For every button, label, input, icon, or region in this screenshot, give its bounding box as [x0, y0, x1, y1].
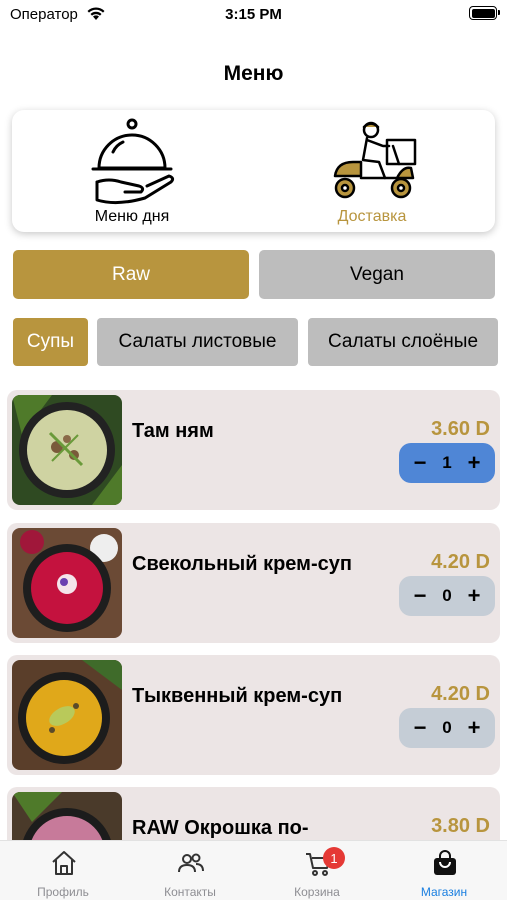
menu-of-day-label: Меню дня: [94, 208, 170, 225]
dish-name: Свекольный крем-суп: [132, 553, 352, 575]
minus-icon[interactable]: −: [409, 585, 431, 607]
tab-shop[interactable]: Магазин: [381, 841, 507, 900]
dish-name: Там ням: [132, 420, 214, 442]
plus-icon[interactable]: +: [463, 585, 485, 607]
quantity-value: 0: [442, 586, 452, 605]
quantity-value: 0: [442, 718, 452, 737]
shopping-bag-icon: [434, 850, 456, 875]
category-layered-salads[interactable]: Салаты слоёные: [308, 318, 498, 366]
delivery-button[interactable]: Доставка: [252, 110, 492, 232]
diet-tab-raw[interactable]: Raw: [13, 250, 249, 299]
quantity-stepper[interactable]: − 1 +: [399, 443, 495, 483]
tab-profile-label: Профиль: [37, 885, 89, 899]
tab-cart[interactable]: 1 Корзина: [254, 841, 380, 900]
cart-badge: 1: [323, 847, 345, 869]
plus-icon[interactable]: +: [463, 452, 485, 474]
page-title: Меню: [223, 62, 284, 85]
dish-price: 3.60 D: [431, 418, 490, 440]
dish-photo: [12, 660, 122, 770]
category-soups[interactable]: Супы: [13, 318, 88, 366]
tab-contacts[interactable]: Контакты: [127, 841, 253, 900]
cloche-icon: [91, 118, 175, 205]
delivery-label: Доставка: [337, 208, 407, 225]
menu-of-day-button[interactable]: Меню дня: [12, 110, 252, 232]
delivery-scooter-icon: [333, 121, 417, 199]
tab-contacts-label: Контакты: [164, 885, 216, 899]
dish-photo: [12, 528, 122, 638]
clock: 3:15 PM: [225, 6, 282, 23]
mode-selector-card: Меню дня Доставка: [12, 110, 495, 232]
minus-icon[interactable]: −: [409, 717, 431, 739]
dish-name: Тыквенный крем-суп: [132, 685, 343, 707]
list-item[interactable]: Тыквенный крем-суп 4.20 D − 0 +: [7, 655, 500, 775]
tab-bar: Профиль Контакты 1 Корзина Магазин: [0, 840, 507, 900]
status-bar: Оператор 3:15 PM: [0, 0, 507, 28]
list-item[interactable]: Свекольный крем-суп 4.20 D − 0 +: [7, 523, 500, 643]
quantity-value: 1: [442, 453, 452, 472]
dish-photo: [12, 792, 122, 840]
dish-name: RAW Окрошка по-: [132, 817, 309, 839]
home-icon: [52, 851, 76, 875]
diet-tab-vegan[interactable]: Vegan: [259, 250, 495, 299]
tab-cart-label: Корзина: [294, 885, 340, 899]
dish-photo: [12, 395, 122, 505]
list-item[interactable]: RAW Окрошка по- 3.80 D − 0 +: [7, 787, 500, 840]
dish-price: 3.80 D: [431, 815, 490, 837]
category-scroller[interactable]: Супы Салаты листовые Салаты слоёные: [13, 318, 507, 366]
contacts-icon: [178, 853, 204, 873]
dish-price: 4.20 D: [431, 551, 490, 573]
quantity-stepper[interactable]: − 0 +: [399, 708, 495, 748]
tab-profile[interactable]: Профиль: [0, 841, 126, 900]
menu-list[interactable]: Там ням 3.60 D − 1 + Свекольный крем-суп…: [0, 390, 507, 840]
dish-price: 4.20 D: [431, 683, 490, 705]
tab-shop-label: Магазин: [420, 885, 468, 899]
list-item[interactable]: Там ням 3.60 D − 1 +: [7, 390, 500, 510]
quantity-stepper[interactable]: − 0 +: [399, 576, 495, 616]
plus-icon[interactable]: +: [463, 717, 485, 739]
category-leaf-salads[interactable]: Салаты листовые: [97, 318, 298, 366]
minus-icon[interactable]: −: [409, 452, 431, 474]
battery-icon: [469, 6, 500, 20]
